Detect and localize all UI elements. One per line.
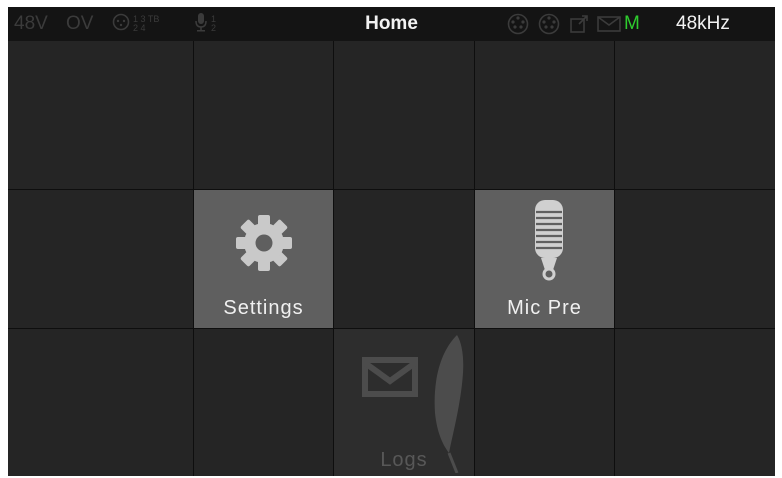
empty-tile [8, 329, 194, 476]
envelope-icon [362, 357, 418, 402]
export-icon [569, 7, 589, 41]
empty-tile [8, 41, 194, 190]
empty-tile [475, 329, 615, 476]
message-icon [597, 7, 621, 41]
microphone-icon [527, 198, 571, 289]
empty-tile [475, 41, 615, 190]
logs-label: Logs [380, 449, 428, 471]
empty-tile [334, 41, 475, 190]
gear-icon [235, 214, 293, 277]
settings-tile[interactable]: Settings [194, 190, 334, 329]
home-grid: Settings Mic Pre Logs [8, 41, 775, 476]
settings-label: Settings [223, 297, 304, 319]
page-title: Home [365, 13, 418, 34]
empty-tile [334, 190, 475, 329]
midi-in-icon [507, 7, 529, 41]
midi-out-icon [538, 7, 560, 41]
mic-pre-label: Mic Pre [507, 297, 582, 319]
mic-pre-tile[interactable]: Mic Pre [475, 190, 615, 329]
empty-tile [194, 41, 334, 190]
status-bar: 48V OV 1 3 TB 2 4 1 2 Home M 48kHz [8, 7, 775, 41]
empty-tile [8, 190, 194, 329]
device-screen: 48V OV 1 3 TB 2 4 1 2 Home M 48kHz Setti… [8, 7, 775, 476]
empty-tile [615, 41, 775, 190]
empty-tile [194, 329, 334, 476]
mode-indicator: M [624, 13, 640, 34]
logs-tile[interactable]: Logs [334, 329, 475, 476]
sample-rate: 48kHz [676, 13, 730, 34]
empty-tile [615, 190, 775, 329]
empty-tile [615, 329, 775, 476]
